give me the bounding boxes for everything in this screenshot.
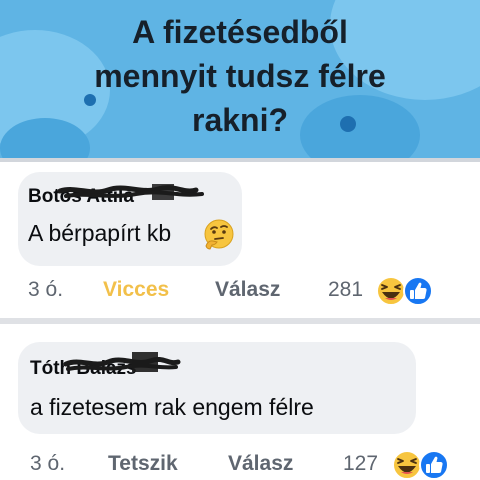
laughing-face-icon [376,276,406,306]
reaction-summary[interactable] [374,274,436,308]
reaction-count[interactable]: 127 [343,452,378,476]
reply-button[interactable]: Válasz [215,278,280,302]
comment-bubble[interactable]: Tóth Balázs a fizetesem rak engem félre [18,342,416,434]
reaction-button[interactable]: Vicces [103,278,169,302]
comment-text: A bérpapírt kb [28,220,172,246]
like-icon [403,276,433,306]
post-image-banner[interactable]: A fizetésedből mennyit tudsz félre rakni… [0,0,480,160]
comment-bubble[interactable]: Botos Attila A bérpapírt kb [18,172,242,266]
reply-button[interactable]: Válasz [228,452,293,476]
reaction-button[interactable]: Tetszik [108,452,178,476]
comment-time[interactable]: 3 ó. [28,278,63,302]
author-redaction-scribble [63,352,181,372]
comment-time[interactable]: 3 ó. [30,452,65,476]
author-redaction-scribble [57,184,204,200]
reaction-count[interactable]: 281 [328,278,363,302]
thinking-face-icon [204,219,234,250]
laughing-face-icon [392,450,422,480]
post-title: A fizetésedből mennyit tudsz félre rakni… [60,10,420,142]
post-title-line: rakni? [191,102,289,138]
comment-actions: 3 ó. Tetszik Válasz 127 [0,446,480,480]
like-icon [419,450,449,480]
comment-actions: 3 ó. Vicces Válasz 281 [0,272,480,312]
divider [0,318,480,324]
post-title-line: A fizetésedből [132,14,348,50]
reaction-summary[interactable] [390,448,452,480]
comment-text: a fizetesem rak engem félre [30,394,314,420]
post-title-line: mennyit tudsz félre [94,58,386,94]
divider [0,158,480,162]
